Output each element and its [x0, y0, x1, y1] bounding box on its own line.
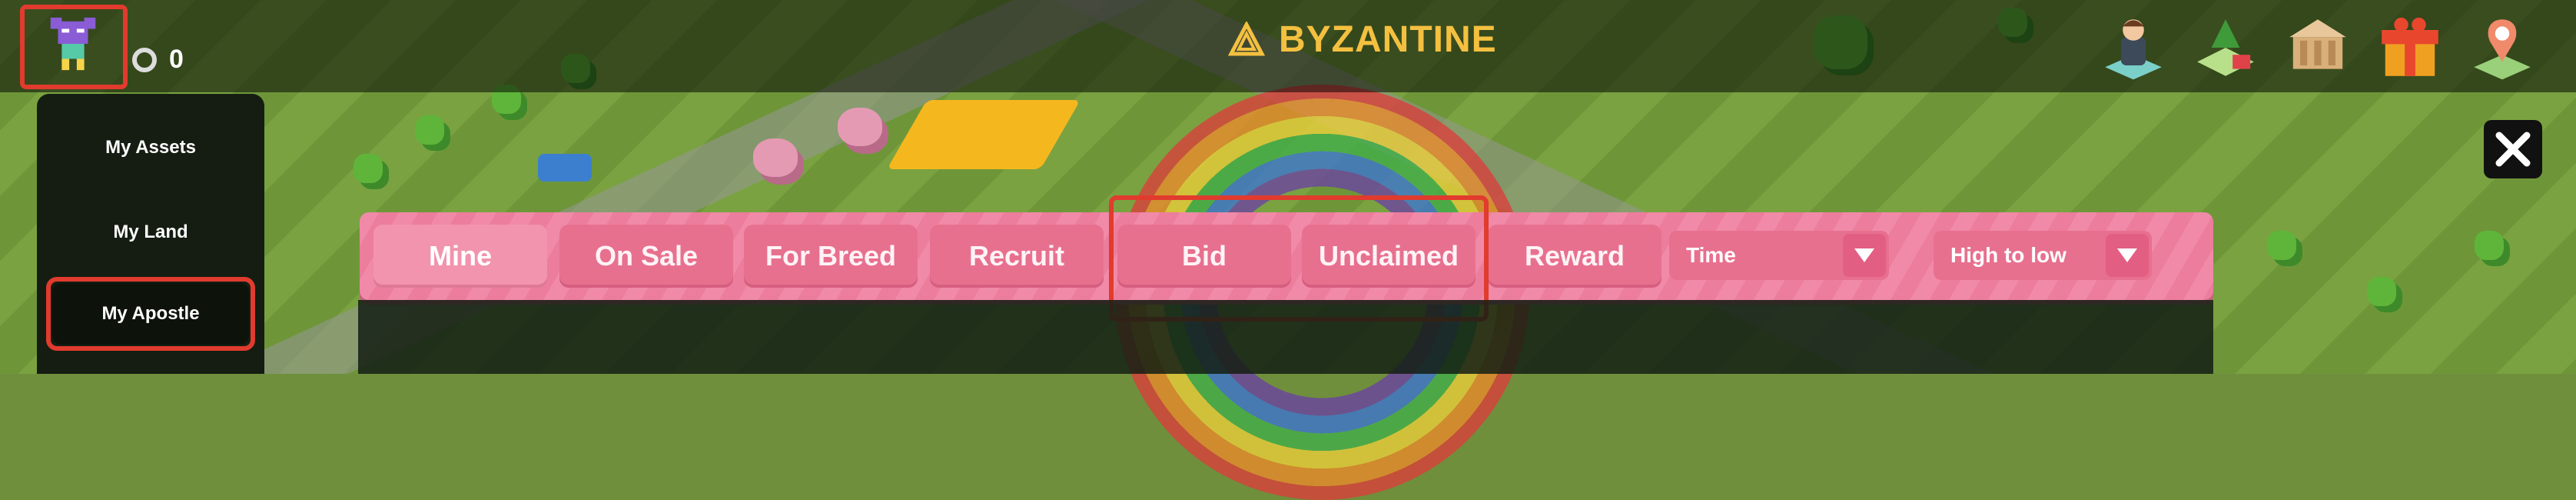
triangle-logo-icon [1228, 21, 1265, 55]
close-button[interactable] [2484, 120, 2542, 178]
location-icon[interactable] [2467, 12, 2538, 83]
network-title: BYZANTINE [1228, 18, 1497, 61]
sort-order-select[interactable]: High to low [1934, 231, 2152, 280]
yellow-plot [887, 100, 1081, 169]
tab-recruit[interactable]: Recruit [930, 225, 1104, 288]
tree-icon [2267, 231, 2296, 260]
pink-tree-icon [838, 108, 882, 146]
chevron-down-icon[interactable] [2106, 234, 2149, 277]
chevron-down-icon[interactable] [1843, 234, 1886, 277]
tab-label: Reward [1524, 240, 1625, 272]
tab-label: For Breed [765, 240, 897, 272]
apostle-avatar-icon[interactable] [46, 14, 100, 74]
blue-car [538, 154, 592, 182]
tab-mine[interactable]: Mine [373, 225, 547, 288]
tree-icon [2367, 277, 2396, 306]
page-title: BYZANTINE [1279, 19, 1497, 60]
bank-icon[interactable] [2282, 12, 2353, 83]
sidebar-item-my-apostle[interactable]: My Apostle [46, 277, 255, 351]
tab-label: On Sale [594, 240, 699, 272]
tree-icon [2475, 231, 2504, 260]
close-icon [2495, 132, 2531, 167]
profile-icon[interactable] [2098, 12, 2169, 83]
gift-icon[interactable] [2375, 12, 2445, 83]
select-value: High to low [1950, 243, 2066, 267]
sidebar-item-my-assets[interactable]: My Assets [37, 137, 264, 158]
tab-label: Mine [428, 240, 492, 272]
tab-label: Recruit [968, 240, 1065, 272]
tab-reward[interactable]: Reward [1488, 225, 1661, 288]
select-value: Time [1686, 243, 1736, 267]
sort-field-select[interactable]: Time [1669, 231, 1889, 280]
tree-icon [415, 115, 444, 145]
sidebar-item-label: My Assets [105, 137, 196, 158]
sidebar: My Assets My Land My Apostle [37, 94, 264, 374]
ring-balance: 0 [169, 45, 184, 74]
tree-icon [354, 154, 383, 183]
tab-for-breed[interactable]: For Breed [744, 225, 918, 288]
tab-on-sale[interactable]: On Sale [559, 225, 733, 288]
sidebar-item-label: My Land [113, 222, 188, 242]
apostle-list-panel [358, 300, 2213, 374]
land-market-icon[interactable] [2190, 12, 2261, 83]
top-bar: 0 BYZANTINE [0, 0, 2576, 92]
selection-highlight [46, 277, 255, 351]
ring-coin-icon [132, 48, 157, 72]
sidebar-item-my-land[interactable]: My Land [37, 222, 264, 243]
pink-tree-icon [753, 138, 798, 177]
